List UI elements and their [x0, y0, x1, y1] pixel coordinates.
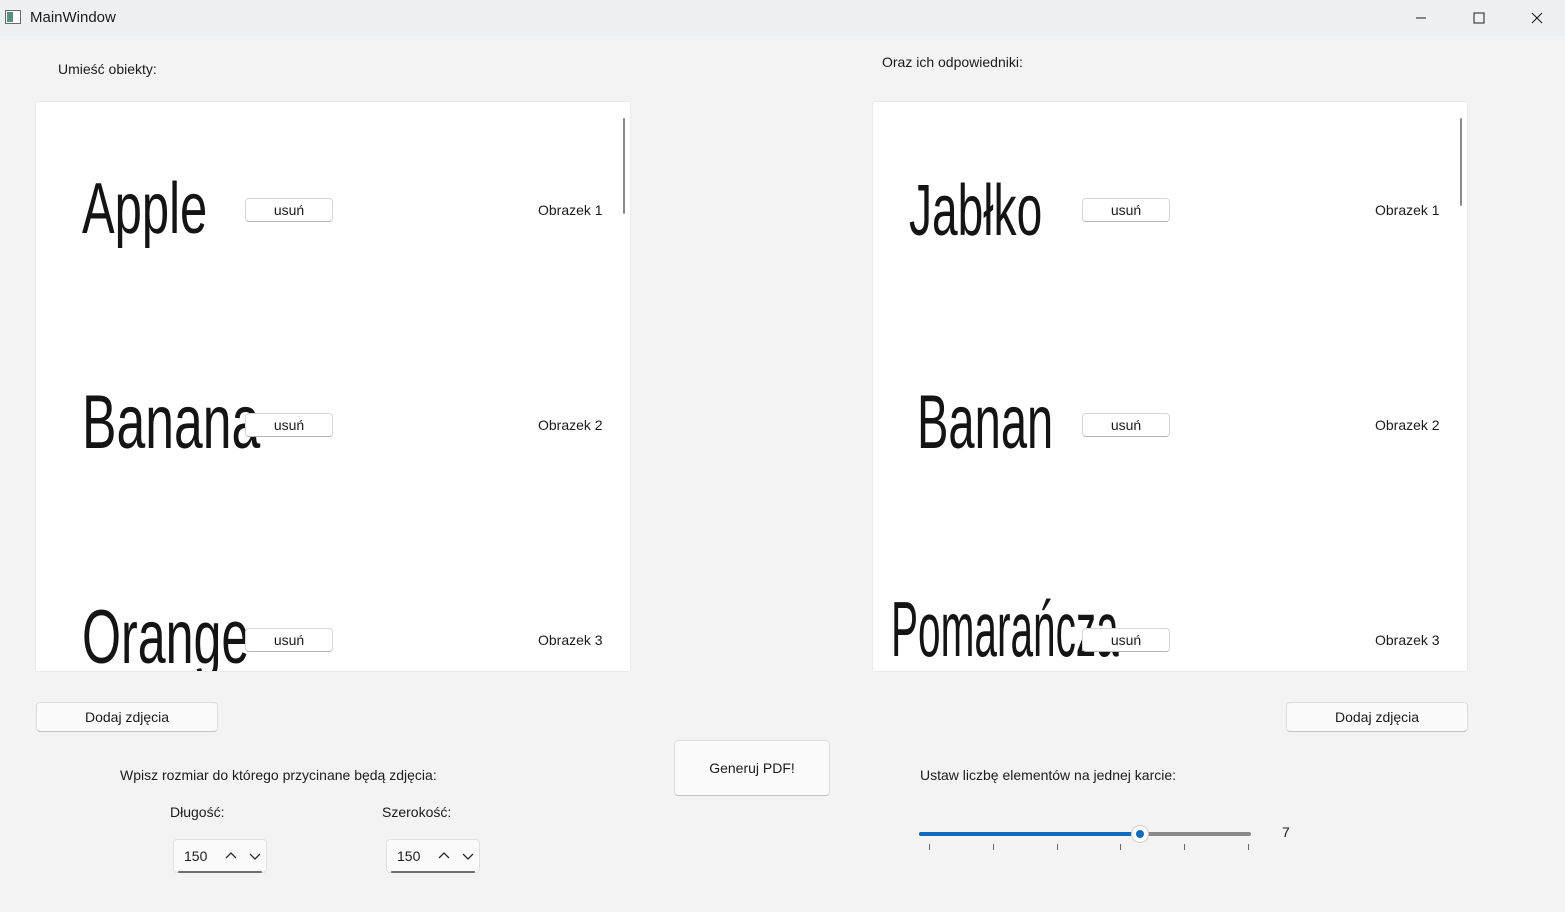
image-word: Banana: [82, 380, 261, 465]
spinbox-underline: [391, 871, 475, 873]
minimize-icon: [1416, 17, 1426, 19]
image-word: Orange: [82, 595, 250, 672]
width-label: Szerokość:: [382, 804, 452, 820]
chevron-down-icon[interactable]: [461, 849, 475, 863]
right-heading: Oraz ich odpowiedniki:: [882, 54, 1023, 70]
delete-button[interactable]: usuń: [1082, 198, 1170, 222]
chevron-up-icon[interactable]: [437, 849, 451, 863]
close-button[interactable]: [1508, 0, 1565, 36]
length-spinbox[interactable]: 150: [173, 839, 267, 873]
title-bar: MainWindow: [0, 0, 1565, 36]
left-image-list[interactable]: Apple usuń Obrazek 1 Banana usuń Obrazek…: [35, 101, 631, 672]
slider-fill: [919, 832, 1140, 836]
delete-button[interactable]: usuń: [245, 413, 333, 437]
right-image-list[interactable]: Jabłko usuń Obrazek 1 Banan usuń Obrazek…: [872, 101, 1468, 672]
slider-tick: [1120, 844, 1121, 850]
image-caption: Obrazek 3: [538, 632, 603, 648]
list-item: Jabłko usuń Obrazek 1: [873, 150, 1453, 270]
per-page-value: 7: [1282, 824, 1290, 840]
delete-button[interactable]: usuń: [1082, 628, 1170, 652]
length-value: 150: [184, 848, 208, 864]
image-word: Apple: [82, 169, 208, 249]
length-label: Długość:: [170, 804, 225, 820]
scrollbar[interactable]: [623, 118, 625, 214]
chevron-up-icon[interactable]: [224, 849, 238, 863]
image-caption: Obrazek 1: [538, 202, 603, 218]
minimize-button[interactable]: [1392, 0, 1450, 36]
close-icon: [1531, 12, 1543, 24]
image-caption: Obrazek 3: [1375, 632, 1440, 648]
image-caption: Obrazek 1: [1375, 202, 1440, 218]
delete-button[interactable]: usuń: [1082, 413, 1170, 437]
list-item: Apple usuń Obrazek 1: [36, 150, 616, 270]
generate-pdf-button[interactable]: Generuj PDF!: [674, 740, 830, 796]
slider-tick: [1057, 844, 1058, 850]
slider-tick: [1248, 844, 1249, 850]
crop-instruction: Wpisz rozmiar do którego przycinane będą…: [120, 767, 437, 783]
slider-tick: [929, 844, 930, 850]
window-title: MainWindow: [30, 9, 116, 26]
delete-button[interactable]: usuń: [245, 198, 333, 222]
list-item: Pomarańcza usuń Obrazek 3: [873, 580, 1453, 671]
per-page-slider[interactable]: [919, 822, 1253, 856]
width-spinbox[interactable]: 150: [386, 839, 480, 873]
delete-button[interactable]: usuń: [245, 628, 333, 652]
image-caption: Obrazek 2: [538, 417, 603, 433]
image-caption: Obrazek 2: [1375, 417, 1440, 433]
maximize-button[interactable]: [1450, 0, 1508, 36]
maximize-icon: [1473, 12, 1485, 24]
left-heading: Umieść obiekty:: [58, 61, 157, 77]
add-images-left-button[interactable]: Dodaj zdjęcia: [36, 702, 218, 732]
list-item: Orange usuń Obrazek 3: [36, 580, 616, 672]
slider-tick: [1184, 844, 1185, 850]
image-word: Banan: [917, 380, 1054, 465]
app-window-icon: [5, 10, 21, 24]
image-word: Jabłko: [909, 171, 1043, 251]
list-item: Banana usuń Obrazek 2: [36, 365, 616, 485]
chevron-down-icon[interactable]: [248, 849, 262, 863]
add-images-right-button[interactable]: Dodaj zdjęcia: [1286, 702, 1468, 732]
width-value: 150: [397, 848, 421, 864]
spinbox-underline: [178, 871, 262, 873]
slider-thumb[interactable]: [1132, 826, 1148, 842]
slider-tick: [993, 844, 994, 850]
list-item: Banan usuń Obrazek 2: [873, 365, 1453, 485]
scrollbar[interactable]: [1460, 118, 1462, 206]
per-page-label: Ustaw liczbę elementów na jednej karcie:: [920, 767, 1177, 783]
